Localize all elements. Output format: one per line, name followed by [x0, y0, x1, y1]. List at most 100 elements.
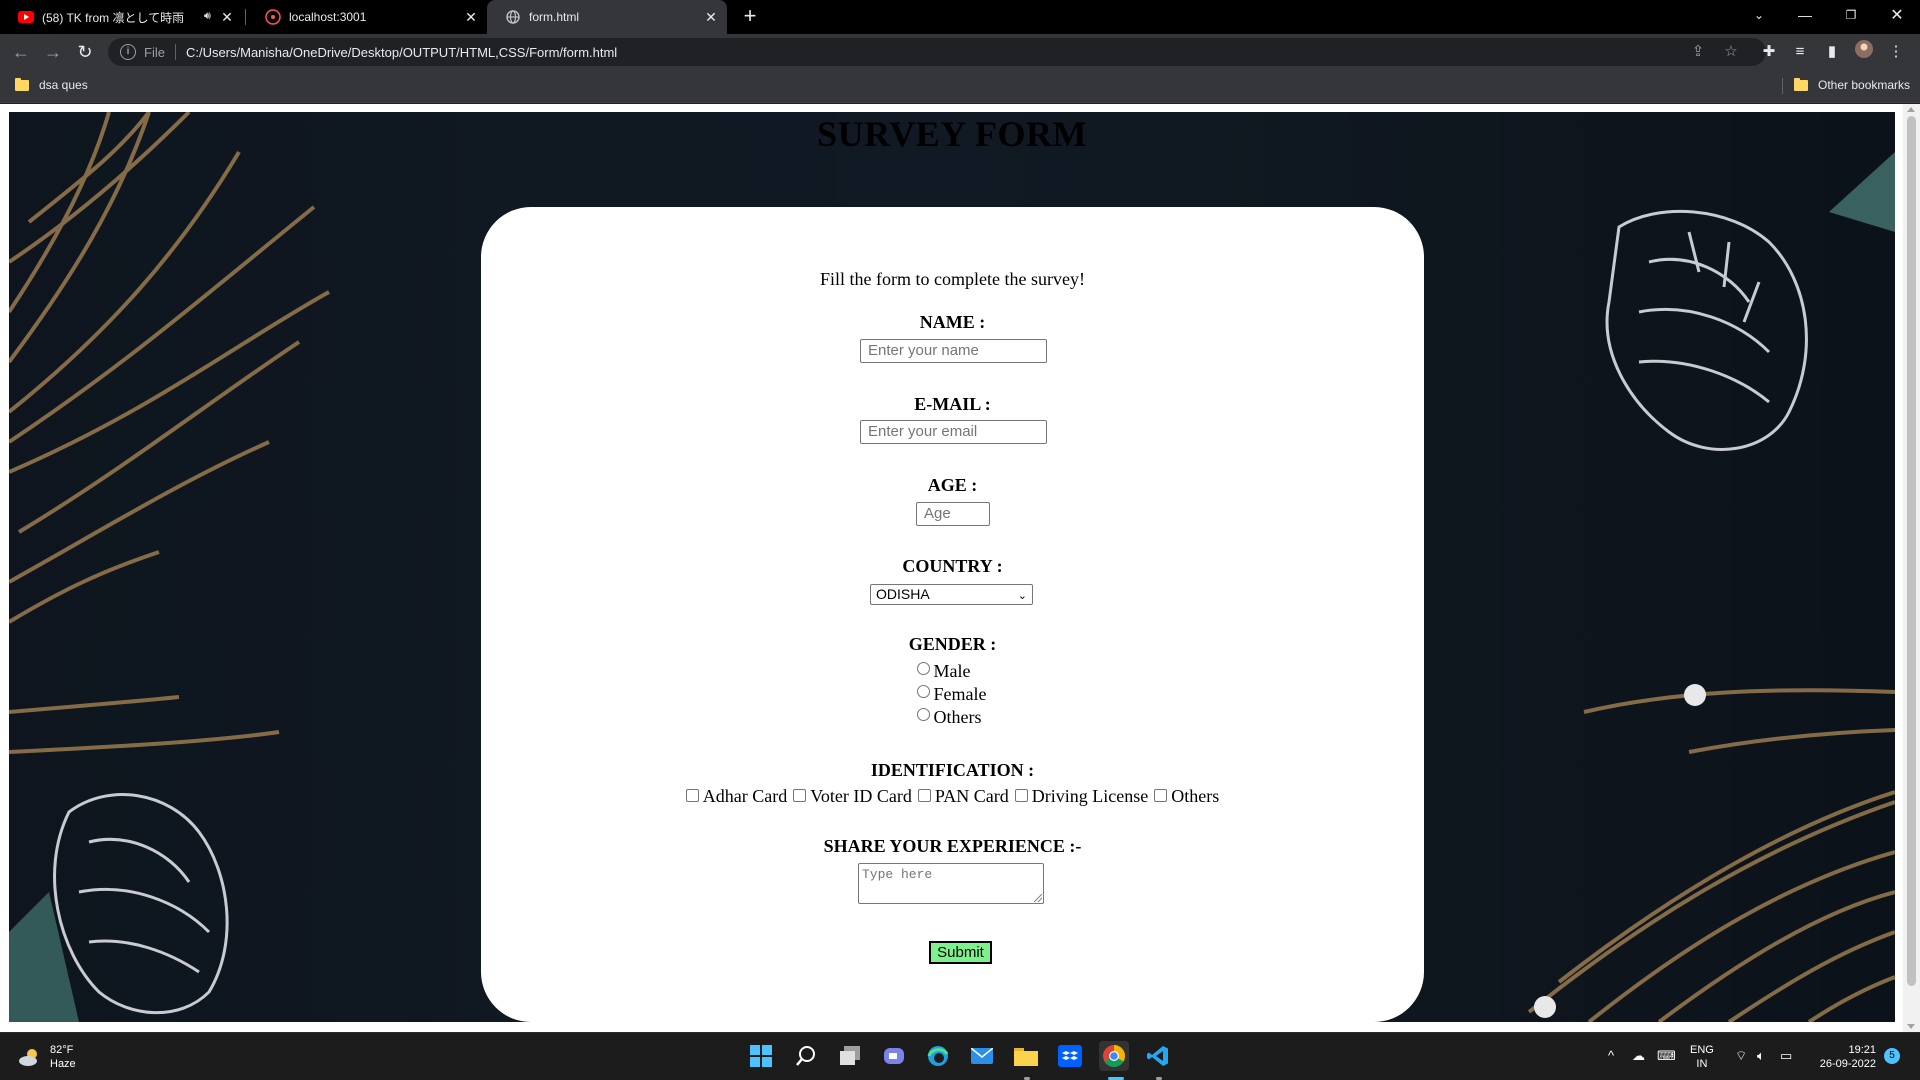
- onedrive-icon[interactable]: ☁: [1632, 1048, 1645, 1064]
- checkbox[interactable]: [685, 788, 699, 802]
- id-option-label: Driving License: [1031, 786, 1149, 806]
- mail-icon[interactable]: [967, 1041, 997, 1071]
- tab-youtube[interactable]: (58) TK from 凛として時雨 『Ka 🔊︎ ✕: [0, 0, 243, 34]
- minimize-button[interactable]: —: [1782, 0, 1828, 30]
- teams-chat-icon[interactable]: [879, 1041, 909, 1071]
- scrollbar-thumb[interactable]: [1907, 116, 1916, 986]
- close-window-button[interactable]: ✕: [1874, 0, 1920, 30]
- identification-label: IDENTIFICATION :: [870, 760, 1035, 780]
- language-indicator[interactable]: ENG IN: [1690, 1043, 1714, 1071]
- resize-handle[interactable]: [1034, 894, 1042, 902]
- form-intro: Fill the form to complete the survey!: [820, 269, 1085, 289]
- gender-option-male[interactable]: Male: [481, 661, 1424, 682]
- submit-button[interactable]: Submit: [929, 941, 992, 964]
- lang-bottom: IN: [1696, 1058, 1708, 1070]
- youtube-icon: [18, 9, 34, 25]
- checkbox[interactable]: [1014, 788, 1028, 802]
- country-select[interactable]: ODISHA ⌄: [870, 584, 1033, 605]
- forward-button[interactable]: →: [41, 40, 65, 64]
- share-icon[interactable]: ⇪: [1688, 42, 1708, 62]
- battery-icon[interactable]: ▭: [1780, 1048, 1792, 1064]
- notification-badge[interactable]: 5: [1884, 1048, 1900, 1064]
- keyboard-icon[interactable]: ⌨: [1657, 1048, 1676, 1064]
- address-bar[interactable]: i File C:/Users/Manisha/OneDrive/Desktop…: [108, 38, 1766, 66]
- other-bookmarks[interactable]: Other bookmarks: [1794, 77, 1911, 92]
- page-title: SURVEY FORM: [817, 114, 1087, 154]
- tab-title: localhost:3001: [289, 10, 367, 24]
- tab-strip: (58) TK from 凛として時雨 『Ka 🔊︎ ✕ localhost:3…: [0, 0, 1920, 34]
- scroll-up-icon[interactable]: [1907, 107, 1915, 112]
- clock-date: 26-09-2022: [1819, 1058, 1876, 1070]
- start-icon[interactable]: [746, 1041, 776, 1071]
- weather-widget[interactable]: 82°F Haze: [18, 1043, 76, 1071]
- checkbox[interactable]: [917, 788, 931, 802]
- chrome-icon[interactable]: [1099, 1041, 1129, 1071]
- close-icon[interactable]: ✕: [703, 9, 719, 25]
- wifi-icon[interactable]: ⌔: [1735, 1048, 1747, 1064]
- clock[interactable]: 19:21 26-09-2022: [1812, 1043, 1876, 1071]
- restore-button[interactable]: ❐: [1828, 0, 1874, 30]
- tab-localhost[interactable]: localhost:3001 ✕: [247, 0, 487, 34]
- tab-search-icon[interactable]: ⌄: [1736, 0, 1782, 30]
- checkbox[interactable]: [793, 788, 807, 802]
- bookmark-folder[interactable]: dsa ques: [15, 77, 88, 92]
- vscode-icon[interactable]: [1143, 1041, 1173, 1071]
- chevron-up-icon[interactable]: ^: [1608, 1048, 1614, 1063]
- survey-form: Fill the form to complete the survey! NA…: [481, 207, 1424, 1022]
- media-control-icon[interactable]: ≡: [1788, 40, 1812, 64]
- id-option-others[interactable]: Others: [1154, 786, 1219, 807]
- react-dev-icon: [265, 9, 281, 25]
- close-icon[interactable]: ✕: [219, 9, 235, 25]
- name-label: NAME :: [919, 312, 986, 332]
- weather-temp: 82°F: [50, 1044, 74, 1056]
- id-option-pan[interactable]: PAN Card: [917, 786, 1009, 807]
- id-option-label: Others: [1171, 786, 1220, 806]
- extensions-icon[interactable]: ✚: [1757, 40, 1781, 64]
- tab-title: form.html: [529, 10, 580, 24]
- gender-option-others[interactable]: Others: [481, 707, 1424, 728]
- id-option-voter[interactable]: Voter ID Card: [793, 786, 912, 807]
- back-button[interactable]: ←: [9, 40, 33, 64]
- gender-option-female[interactable]: Female: [481, 684, 1424, 705]
- search-icon[interactable]: [791, 1041, 821, 1071]
- speaker-icon[interactable]: 🔊︎: [204, 10, 211, 23]
- checkbox[interactable]: [1154, 788, 1168, 802]
- reload-button[interactable]: ↻: [73, 40, 97, 64]
- edge-icon[interactable]: [923, 1041, 953, 1071]
- country-label: COUNTRY :: [902, 556, 1003, 576]
- scroll-down-icon[interactable]: [1907, 1024, 1915, 1029]
- new-tab-button[interactable]: +: [738, 5, 762, 29]
- experience-textarea[interactable]: Type here: [858, 863, 1044, 904]
- close-icon[interactable]: ✕: [463, 9, 479, 25]
- weather-icon: [19, 1049, 37, 1066]
- radio-button[interactable]: [916, 662, 930, 675]
- page-viewport: SURVEY FORM Fill the form to complete th…: [0, 104, 1920, 1032]
- tab-form[interactable]: form.html ✕: [487, 0, 727, 34]
- id-option-label: PAN Card: [934, 786, 1009, 806]
- age-input[interactable]: Age: [916, 502, 990, 526]
- file-explorer-icon[interactable]: [1011, 1041, 1041, 1071]
- avatar[interactable]: [1852, 40, 1876, 64]
- scrollbar[interactable]: [1903, 104, 1920, 1032]
- folder-icon: [1794, 77, 1808, 91]
- bookmark-star-icon[interactable]: ☆: [1721, 42, 1741, 62]
- radio-button[interactable]: [916, 685, 930, 698]
- email-label: E-MAIL :: [914, 394, 991, 414]
- dropbox-icon[interactable]: [1055, 1041, 1085, 1071]
- browser-toolbar: ← → ↻ i File C:/Users/Manisha/OneDrive/D…: [0, 34, 1920, 70]
- page-background: SURVEY FORM Fill the form to complete th…: [9, 112, 1895, 1022]
- email-input[interactable]: Enter your email: [860, 420, 1047, 444]
- id-option-adhar[interactable]: Adhar Card: [685, 786, 787, 807]
- other-bookmarks-label: Other bookmarks: [1818, 78, 1911, 92]
- id-option-driving[interactable]: Driving License: [1014, 786, 1149, 807]
- address-url[interactable]: C:/Users/Manisha/OneDrive/Desktop/OUTPUT…: [186, 45, 617, 60]
- name-input[interactable]: Enter your name: [860, 339, 1047, 363]
- side-panel-icon[interactable]: ▮: [1820, 40, 1844, 64]
- chevron-down-icon: ⌄: [1017, 590, 1027, 602]
- country-value: ODISHA: [876, 586, 930, 602]
- task-view-icon[interactable]: [835, 1041, 865, 1071]
- menu-icon[interactable]: ⋮: [1884, 40, 1908, 64]
- info-icon[interactable]: i: [120, 44, 136, 60]
- radio-button[interactable]: [916, 708, 930, 721]
- volume-icon[interactable]: 🔈︎: [1757, 1048, 1765, 1064]
